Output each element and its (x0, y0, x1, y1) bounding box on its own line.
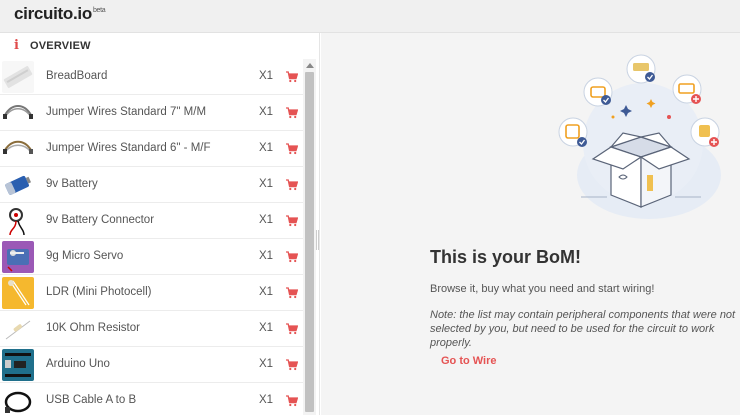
component-quantity: X1 (259, 250, 274, 262)
component-row[interactable]: Jumper Wires Standard 7" M/M X1 (0, 95, 303, 131)
battery-icon (2, 169, 34, 201)
cart-icon[interactable] (286, 143, 298, 155)
bom-title: This is your BoM! (430, 247, 582, 267)
component-row[interactable]: USB Cable A to B X1 (0, 383, 303, 415)
component-name: Arduino Uno (46, 358, 110, 370)
component-name: Jumper Wires Standard 6" - M/F (46, 142, 211, 154)
battery-connector-icon (2, 205, 34, 237)
breadboard-icon (2, 61, 34, 93)
arduino-icon (2, 349, 34, 381)
component-row[interactable]: 9g Micro Servo X1 (0, 239, 303, 275)
bom-list-panel: i OVERVIEW BreadBoard X1 Jumper Wires St… (0, 33, 320, 415)
component-row[interactable]: LDR (Mini Photocell) X1 (0, 275, 303, 311)
cart-icon[interactable] (286, 359, 298, 371)
jumper-wires-icon (2, 133, 34, 165)
cart-icon[interactable] (286, 71, 298, 83)
cart-icon[interactable] (286, 107, 298, 119)
cart-icon[interactable] (286, 323, 298, 335)
ldr-icon (2, 277, 34, 309)
component-row[interactable]: Arduino Uno X1 (0, 347, 303, 383)
component-quantity: X1 (259, 394, 274, 406)
bom-subtitle: Browse it, buy what you need and start w… (430, 283, 655, 295)
component-row[interactable]: BreadBoard X1 (0, 59, 303, 95)
component-quantity: X1 (259, 358, 274, 370)
servo-icon (2, 241, 34, 273)
cart-icon[interactable] (286, 179, 298, 191)
component-list: BreadBoard X1 Jumper Wires Standard 7" M… (0, 59, 303, 415)
overview-title: OVERVIEW (30, 40, 91, 52)
component-name: 9g Micro Servo (46, 250, 124, 262)
component-row[interactable]: Jumper Wires Standard 6" - M/F X1 (0, 131, 303, 167)
component-quantity: X1 (259, 178, 274, 190)
scroll-up-arrow-icon[interactable] (306, 63, 314, 68)
component-quantity: X1 (259, 322, 274, 334)
cart-icon[interactable] (286, 215, 298, 227)
scrollbar-thumb[interactable] (305, 72, 314, 412)
component-quantity: X1 (259, 106, 274, 118)
component-name: LDR (Mini Photocell) (46, 286, 152, 298)
component-row[interactable]: 9v Battery X1 (0, 167, 303, 203)
logo-beta-badge: beta (92, 7, 106, 15)
app-header: circuito.iobeta (0, 0, 740, 33)
component-name: Jumper Wires Standard 7" M/M (46, 106, 207, 118)
list-scrollbar[interactable] (303, 59, 316, 415)
cart-icon[interactable] (286, 287, 298, 299)
info-icon: i (14, 38, 19, 53)
component-quantity: X1 (259, 70, 274, 82)
circuito-logo[interactable]: circuito.iobeta (14, 4, 106, 24)
cart-icon[interactable] (286, 251, 298, 263)
component-name: USB Cable A to B (46, 394, 137, 406)
component-quantity: X1 (259, 142, 274, 154)
component-name: 9v Battery Connector (46, 214, 155, 226)
component-bubble-icon (583, 77, 613, 107)
component-name: 10K Ohm Resistor (46, 322, 140, 334)
cart-icon[interactable] (286, 395, 298, 407)
component-name: BreadBoard (46, 70, 108, 82)
component-row[interactable]: 9v Battery Connector X1 (0, 203, 303, 239)
jumper-wires-icon (2, 97, 34, 129)
component-quantity: X1 (259, 286, 274, 298)
go-to-wire-link[interactable]: Go to Wire (441, 355, 497, 367)
resistor-icon (2, 313, 34, 345)
component-quantity: X1 (259, 214, 274, 226)
usb-cable-icon (2, 385, 34, 415)
component-row[interactable]: 10K Ohm Resistor X1 (0, 311, 303, 347)
bom-note: Note: the list may contain peripheral co… (430, 309, 736, 349)
bom-summary-panel: This is your BoM! Browse it, buy what yo… (321, 33, 740, 415)
component-name: 9v Battery (46, 178, 98, 190)
logo-text: circuito.io (14, 4, 92, 23)
bom-box-illustration (558, 54, 721, 219)
overview-header: i OVERVIEW (0, 33, 320, 59)
panel-resize-handle[interactable] (316, 230, 319, 250)
